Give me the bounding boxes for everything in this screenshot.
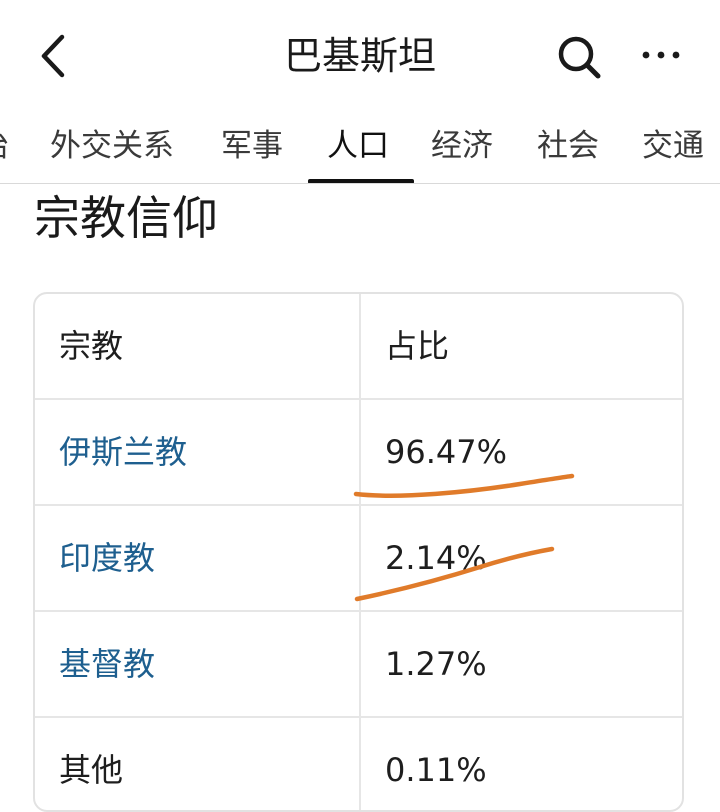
table-row: 伊斯兰教 96.47%	[35, 400, 682, 506]
tab-military[interactable]: 军事	[221, 122, 283, 170]
tabs-divider	[0, 183, 720, 184]
search-button[interactable]	[552, 30, 606, 84]
column-divider	[359, 718, 361, 810]
tab-economy[interactable]: 经济	[431, 122, 493, 170]
column-divider	[359, 400, 361, 504]
more-horizontal-icon	[642, 51, 680, 59]
column-divider	[359, 294, 361, 398]
top-navigation-bar: 巴基斯坦	[0, 0, 720, 110]
table-row: 其他 0.11%	[35, 718, 682, 810]
tab-society[interactable]: 社会	[537, 122, 599, 170]
share-value: 0.11%	[385, 751, 487, 789]
table-row: 基督教 1.27%	[35, 612, 682, 718]
religion-link-islam[interactable]: 伊斯兰教	[59, 400, 187, 504]
tab-population[interactable]: 人口	[327, 122, 389, 170]
header-religion: 宗教	[59, 327, 124, 365]
tab-politics[interactable]: 治	[0, 122, 9, 170]
section-heading: 宗教信仰	[34, 191, 218, 245]
column-divider	[359, 612, 361, 716]
header-share: 占比	[385, 327, 450, 365]
chevron-left-icon	[41, 34, 65, 78]
religion-other: 其他	[59, 751, 124, 789]
page-title: 巴基斯坦	[283, 34, 436, 78]
more-options-button[interactable]	[636, 30, 686, 80]
back-button[interactable]	[28, 28, 78, 84]
tab-foreign-relations[interactable]: 外交关系	[50, 122, 174, 170]
table-header-row: 宗教 占比	[35, 294, 682, 400]
section-tabs: 治 外交关系 军事 人口 经济 社会 交通	[0, 110, 720, 184]
column-divider	[359, 506, 361, 610]
table-row: 印度教 2.14%	[35, 506, 682, 612]
share-value: 1.27%	[385, 645, 487, 683]
religion-link-hinduism[interactable]: 印度教	[59, 506, 155, 610]
religion-link-christianity[interactable]: 基督教	[59, 612, 155, 716]
search-icon	[558, 36, 601, 79]
share-value: 2.14%	[385, 539, 487, 577]
share-value: 96.47%	[385, 433, 508, 471]
religion-table: 宗教 占比 伊斯兰教 96.47% 印度教 2.14% 基督教 1.27% 其他…	[33, 292, 684, 812]
tab-transport[interactable]: 交通	[642, 122, 704, 170]
